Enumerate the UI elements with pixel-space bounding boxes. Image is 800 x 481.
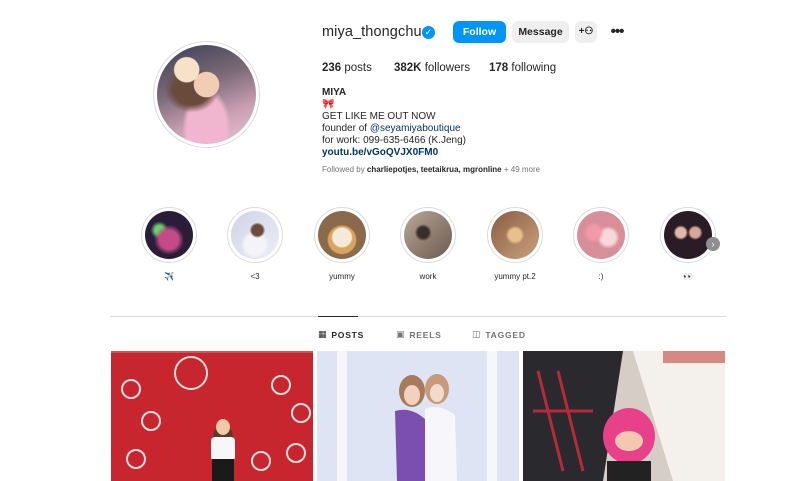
avatar-image	[157, 45, 256, 144]
highlight-item[interactable]: yummy pt.2	[487, 207, 543, 281]
display-name: MIYA	[322, 87, 347, 98]
post-image	[317, 351, 519, 481]
highlight-cover	[404, 211, 452, 259]
highlight-cover	[491, 211, 539, 259]
highlight-label: <3	[250, 272, 260, 281]
post-image	[111, 351, 313, 481]
tab-posts[interactable]: ▦ POSTS	[318, 329, 364, 340]
more-options-icon[interactable]: •••	[606, 21, 628, 43]
highlight-cover	[145, 211, 193, 259]
highlight-cover	[664, 211, 712, 259]
bio-work-line: for work: 099-635-6466 (K.Jeng)	[322, 135, 466, 146]
highlight-cover	[577, 211, 625, 259]
highlight-label: yummy	[329, 272, 355, 281]
bio-emoji: 🎀	[322, 99, 335, 110]
followed-by[interactable]: Followed by charliepotjes, teetaikrua, m…	[322, 165, 540, 174]
tab-reels[interactable]: ▣ REELS	[396, 329, 442, 340]
add-user-icon[interactable]: +⚇	[575, 21, 597, 43]
profile-bio: MIYA 🎀 GET LIKE ME OUT NOW founder of @s…	[322, 87, 466, 159]
highlight-item[interactable]: ✈️	[141, 207, 197, 281]
reels-icon: ▣	[396, 329, 406, 339]
bio-founder-line: founder of @seyamiyaboutique	[322, 123, 461, 134]
post-image	[523, 351, 725, 481]
highlight-label: ✈️	[164, 272, 174, 281]
highlight-cover	[318, 211, 366, 259]
verified-badge-icon: ✓	[422, 26, 435, 39]
highlight-label: :)	[598, 272, 604, 281]
tabs-divider	[110, 316, 726, 317]
posts-count: 236 posts	[322, 62, 372, 74]
message-button[interactable]: Message	[512, 21, 569, 43]
profile-avatar[interactable]	[153, 41, 260, 148]
highlight-label: yummy pt.2	[494, 272, 536, 281]
post-thumbnail[interactable]	[317, 351, 519, 481]
post-thumbnail[interactable]	[523, 351, 725, 481]
highlight-cover	[231, 211, 279, 259]
tagged-icon: ◫	[472, 329, 482, 339]
highlight-item[interactable]: :)	[573, 207, 629, 281]
followers-link[interactable]: 382K followers	[394, 62, 470, 74]
follow-button[interactable]: Follow	[453, 21, 506, 43]
bio-external-link[interactable]: youtu.be/vGoQVJX0FM0	[322, 147, 466, 159]
highlight-item[interactable]: yummy	[314, 207, 370, 281]
tab-tagged[interactable]: ◫ TAGGED	[472, 329, 526, 340]
highlight-label: 👀	[683, 272, 693, 281]
chevron-right-icon[interactable]: ›	[706, 237, 720, 251]
profile-username: miya_thongchua	[322, 24, 430, 40]
mention-link[interactable]: @seyamiyaboutique	[370, 123, 461, 134]
post-thumbnail[interactable]	[111, 351, 313, 481]
following-link[interactable]: 178 following	[489, 62, 556, 74]
active-tab-indicator	[318, 316, 358, 317]
highlight-label: work	[419, 272, 437, 281]
highlight-item[interactable]: work	[400, 207, 456, 281]
highlight-item[interactable]: <3	[227, 207, 283, 281]
bio-line: GET LIKE ME OUT NOW	[322, 111, 436, 122]
grid-icon: ▦	[318, 329, 328, 339]
